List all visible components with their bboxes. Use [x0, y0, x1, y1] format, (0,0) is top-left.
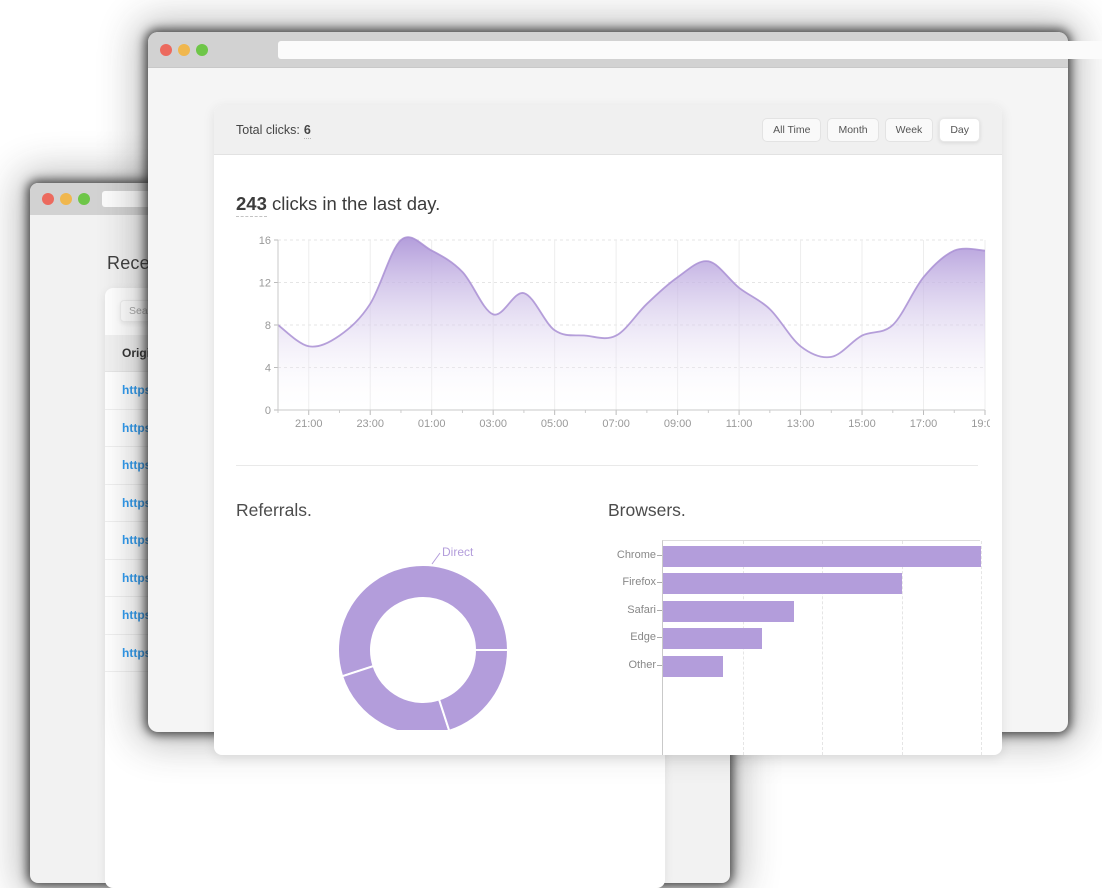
donut-label-direct: Direct: [442, 545, 474, 559]
front-window-titlebar: [148, 32, 1102, 68]
stats-card: Total clicks: 6 All Time Month Week Day 243 …: [214, 105, 1002, 755]
clicks-headline: 243 clicks in the last day.: [236, 193, 441, 217]
bar-safari: [663, 600, 795, 622]
zoom-button[interactable]: [78, 193, 90, 205]
minimize-button[interactable]: [60, 193, 72, 205]
svg-text:4: 4: [265, 363, 271, 375]
svg-text:19:00: 19:00: [971, 418, 990, 430]
svg-text:03:00: 03:00: [479, 418, 507, 430]
bar-label-safari: Safari: [627, 603, 656, 616]
range-button-month[interactable]: Month: [827, 117, 879, 142]
bars-plot-area: [662, 540, 982, 755]
svg-text:05:00: 05:00: [541, 418, 569, 430]
minimize-button[interactable]: [178, 43, 190, 56]
svg-text:17:00: 17:00: [910, 418, 938, 430]
gridline: [981, 541, 982, 755]
zoom-button[interactable]: [196, 43, 208, 56]
clicks-count: 243: [236, 193, 267, 217]
url-bar[interactable]: [278, 40, 1102, 59]
svg-text:12: 12: [259, 278, 271, 290]
svg-text:16: 16: [259, 235, 271, 247]
section-divider: [236, 465, 978, 466]
browsers-section-title: Browsers.: [608, 500, 686, 520]
stats-card-header: Total clicks: 6 All Time Month Week Day: [214, 105, 1002, 155]
axis-tick: [657, 664, 662, 666]
range-button-week[interactable]: Week: [884, 117, 934, 142]
range-button-all-time[interactable]: All Time: [762, 117, 822, 142]
back-window-controls: [30, 193, 102, 205]
axis-tick: [657, 582, 662, 584]
svg-text:21:00: 21:00: [295, 418, 323, 430]
svg-text:09:00: 09:00: [664, 418, 692, 430]
referrals-section-title: Referrals.: [236, 500, 312, 520]
svg-text:13:00: 13:00: [787, 418, 815, 430]
bar-edge: [663, 628, 763, 650]
bar-label-chrome: Chrome: [616, 549, 656, 561]
front-window-controls: [148, 43, 220, 56]
time-range-buttons: All Time Month Week Day: [762, 117, 980, 142]
bar-firefox: [663, 573, 902, 595]
total-clicks-value: 6: [303, 122, 311, 139]
axis-tick: [657, 555, 662, 556]
close-button[interactable]: [42, 193, 54, 205]
total-clicks-label: Total clicks:: [236, 122, 300, 137]
svg-text:15:00: 15:00: [848, 418, 876, 430]
bar-other: [663, 655, 723, 677]
browsers-bar-chart: Chrome Firefox Safari Edge Other: [608, 540, 988, 755]
svg-text:07:00: 07:00: [602, 418, 630, 430]
bar-label-firefox: Firefox: [622, 576, 656, 589]
clicks-headline-text: clicks in the last day.: [266, 193, 441, 214]
range-button-day[interactable]: Day: [939, 117, 980, 142]
svg-text:01:00: 01:00: [418, 418, 446, 430]
svg-text:23:00: 23:00: [356, 418, 384, 430]
clicks-area-chart: 0 4 8 12 16 21:00 23:00 01:00 03:00 05:00 07:00 09:…: [230, 230, 999, 437]
total-clicks: Total clicks: 6: [236, 122, 311, 139]
svg-text:11:00: 11:00: [726, 418, 753, 430]
axis-tick: [657, 637, 662, 639]
gridline: [901, 541, 903, 755]
axis-tick: [657, 609, 662, 611]
svg-text:0: 0: [265, 405, 271, 417]
svg-text:8: 8: [265, 320, 271, 332]
bar-label-other: Other: [628, 658, 656, 671]
bar-label-edge: Edge: [630, 631, 656, 644]
close-button[interactable]: [160, 43, 172, 56]
bar-chrome: [663, 546, 981, 567]
referrals-donut-chart: Direct: [330, 530, 530, 736]
stats-browser-window: Total clicks: 6 All Time Month Week Day 243 …: [148, 32, 1102, 755]
